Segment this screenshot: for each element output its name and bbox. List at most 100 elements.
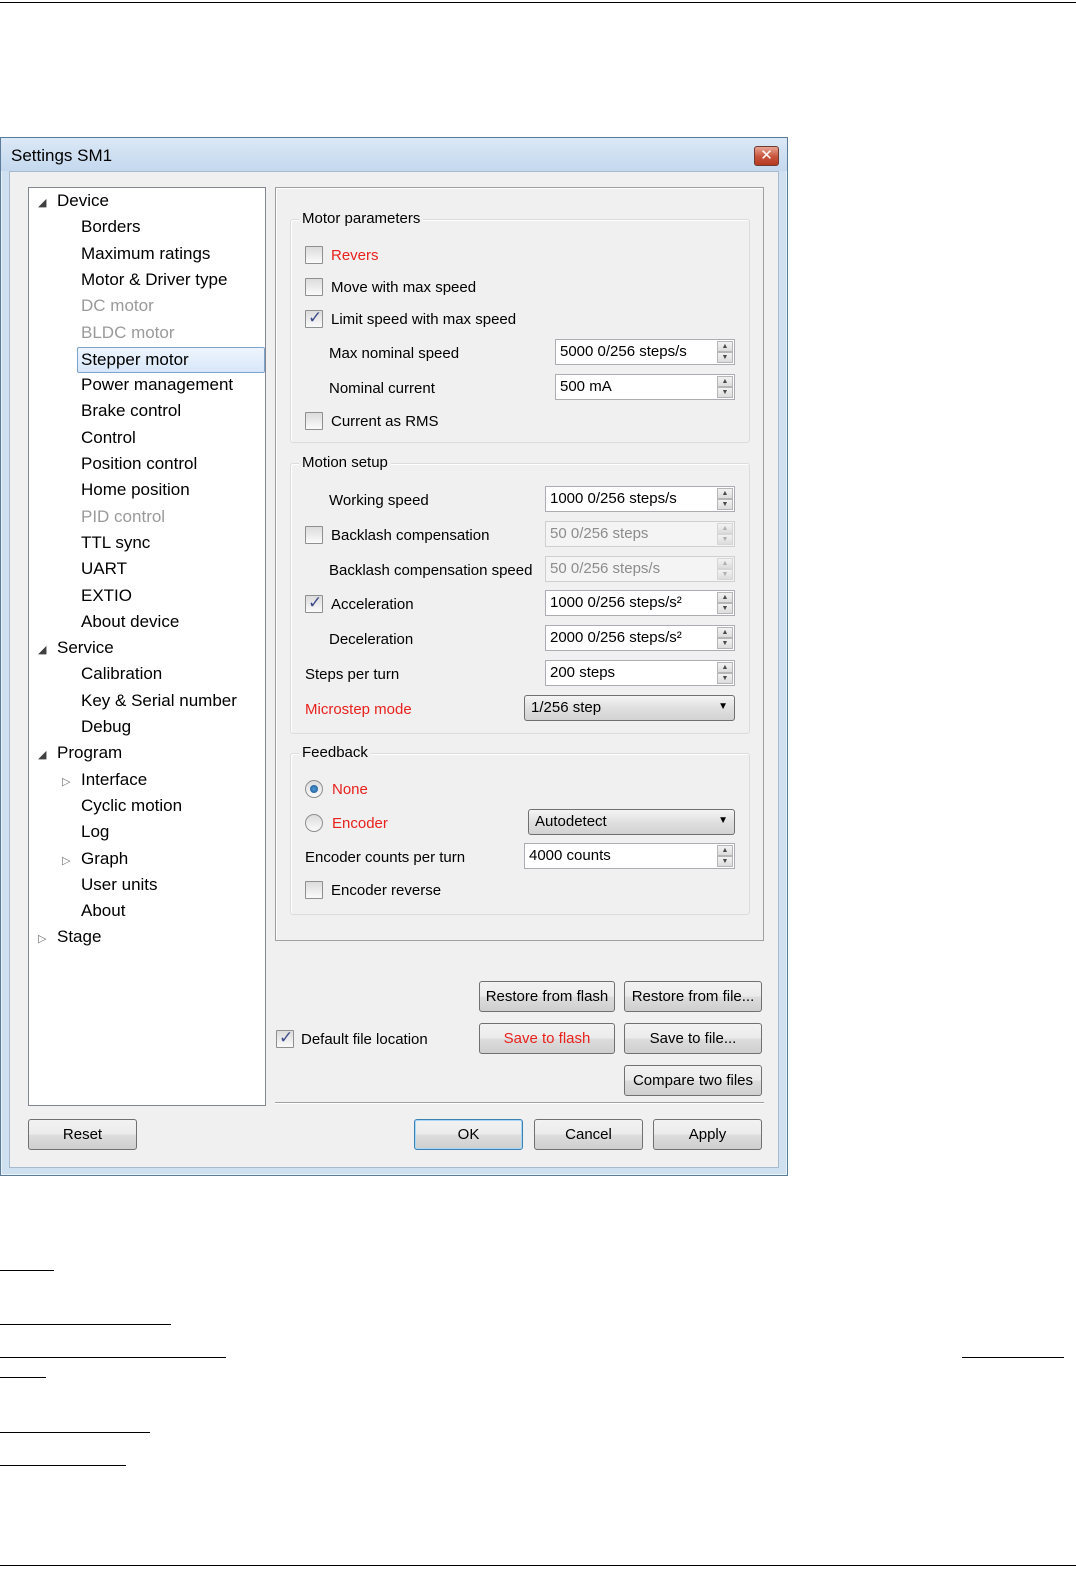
tree-item[interactable]: User units (81, 873, 158, 899)
doc-link[interactable] (0, 1432, 150, 1433)
tree-item[interactable]: DC motor (81, 294, 154, 320)
tree-item[interactable]: Device (57, 189, 109, 215)
tree-item[interactable]: Interface (81, 768, 147, 794)
cancel-button[interactable]: Cancel (534, 1119, 643, 1150)
spin-down-icon[interactable]: ▼ (717, 603, 733, 614)
save-to-flash-button[interactable]: Save to flash (479, 1023, 615, 1054)
doc-link[interactable] (0, 1357, 226, 1358)
max-nominal-speed-spinbox[interactable]: 5000 0/256 steps/s ▲ ▼ (555, 339, 735, 365)
spin-up-icon[interactable]: ▲ (717, 341, 733, 352)
tree-item[interactable]: TTL sync (81, 531, 150, 557)
limit-speed-checkbox[interactable]: ✓ (305, 308, 323, 328)
spin-up-icon[interactable]: ▲ (717, 523, 733, 534)
default-location-checkbox[interactable]: ✓ (276, 1028, 294, 1048)
spin-up-icon[interactable]: ▲ (717, 627, 733, 638)
encoder-reverse-checkbox[interactable] (305, 881, 323, 899)
spin-up-icon[interactable]: ▲ (717, 662, 733, 673)
doc-link[interactable] (0, 1270, 54, 1271)
tree-item[interactable]: Motor & Driver type (81, 268, 227, 294)
tree-expand-icon[interactable]: ▷ (62, 775, 70, 788)
spin-value: 2000 0/256 steps/s² (550, 629, 682, 646)
tree-item[interactable]: Log (81, 820, 109, 846)
title-bar[interactable]: Settings SM1 ✕ (1, 138, 787, 171)
acceleration-spinbox[interactable]: 1000 0/256 steps/s² ▲ ▼ (545, 590, 735, 616)
tree-item[interactable]: Program (57, 741, 122, 767)
tree-expand-icon[interactable]: ▷ (38, 932, 46, 945)
spin-buttons: ▲ ▼ (717, 376, 733, 398)
backlash-checkbox[interactable] (305, 526, 323, 544)
spin-up-icon[interactable]: ▲ (717, 592, 733, 603)
apply-button[interactable]: Apply (653, 1119, 762, 1150)
nominal-current-label: Nominal current (329, 380, 435, 397)
tree-item[interactable]: PID control (81, 505, 165, 531)
tree-item[interactable]: Calibration (81, 662, 162, 688)
compare-files-button[interactable]: Compare two files (624, 1065, 762, 1096)
tree-item[interactable]: Position control (81, 452, 197, 478)
tree-item[interactable]: EXTIO (81, 584, 132, 610)
spin-buttons: ▲ ▼ (717, 845, 733, 867)
tree-item[interactable]: Control (81, 426, 136, 452)
spin-down-icon[interactable]: ▼ (717, 499, 733, 510)
doc-link[interactable] (0, 1324, 171, 1325)
spin-up-icon[interactable]: ▲ (717, 845, 733, 856)
deceleration-spinbox[interactable]: 2000 0/256 steps/s² ▲ ▼ (545, 625, 735, 651)
tree-item[interactable]: Maximum ratings (81, 242, 210, 268)
spin-up-icon[interactable]: ▲ (717, 376, 733, 387)
doc-link[interactable] (0, 1377, 46, 1378)
tree-item[interactable]: Home position (81, 478, 190, 504)
check-icon: ✓ (308, 308, 323, 327)
feedback-encoder-radio[interactable] (305, 814, 323, 832)
feedback-none-radio[interactable] (305, 780, 323, 798)
spin-down-icon[interactable]: ▼ (717, 856, 733, 867)
doc-link[interactable] (0, 1465, 126, 1466)
encoder-type-select[interactable]: Autodetect ▼ (528, 809, 735, 835)
tree-item[interactable]: Key & Serial number (81, 689, 237, 715)
spin-value: 1000 0/256 steps/s (550, 490, 677, 507)
spin-down-icon[interactable]: ▼ (717, 534, 733, 545)
revers-checkbox[interactable] (305, 246, 323, 264)
tree-item[interactable]: About device (81, 610, 179, 636)
tree-expand-icon[interactable]: ▷ (62, 854, 70, 867)
ok-button[interactable]: OK (414, 1119, 523, 1150)
move-max-speed-checkbox[interactable] (305, 278, 323, 296)
working-speed-spinbox[interactable]: 1000 0/256 steps/s ▲ ▼ (545, 486, 735, 512)
backlash-spinbox[interactable]: 50 0/256 steps ▲ ▼ (545, 521, 735, 547)
tree-item[interactable]: Stage (57, 925, 101, 951)
tree-item[interactable]: Brake control (81, 399, 181, 425)
spin-down-icon[interactable]: ▼ (717, 638, 733, 649)
restore-from-flash-button[interactable]: Restore from flash (479, 981, 615, 1012)
tree-item[interactable]: BLDC motor (81, 321, 175, 347)
spin-down-icon[interactable]: ▼ (717, 673, 733, 684)
steps-per-turn-spinbox[interactable]: 200 steps ▲ ▼ (545, 660, 735, 686)
nominal-current-spinbox[interactable]: 500 mA ▲ ▼ (555, 374, 735, 400)
spin-down-icon[interactable]: ▼ (717, 569, 733, 580)
spin-up-icon[interactable]: ▲ (717, 488, 733, 499)
spin-up-icon[interactable]: ▲ (717, 558, 733, 569)
tree-collapse-icon[interactable]: ◢ (38, 643, 46, 656)
tree-item[interactable]: Stepper motor (77, 346, 265, 373)
tree-item[interactable]: UART (81, 557, 127, 583)
tree-item[interactable]: Debug (81, 715, 131, 741)
spin-down-icon[interactable]: ▼ (717, 352, 733, 363)
tree-collapse-icon[interactable]: ◢ (38, 748, 46, 761)
tree-item[interactable]: Cyclic motion (81, 794, 182, 820)
tree-item[interactable]: Borders (81, 215, 141, 241)
settings-tree[interactable]: ◢ Device Borders Maximum ratings Motor & Dri… (28, 187, 266, 1106)
tree-item[interactable]: Service (57, 636, 114, 662)
tree-collapse-icon[interactable]: ◢ (38, 196, 46, 209)
microstep-mode-select[interactable]: 1/256 step ▼ (524, 695, 735, 721)
encoder-counts-spinbox[interactable]: 4000 counts ▲ ▼ (524, 843, 735, 869)
doc-link[interactable] (962, 1357, 1064, 1358)
spin-value: 5000 0/256 steps/s (560, 343, 687, 360)
close-button[interactable]: ✕ (754, 146, 779, 166)
save-to-file-button[interactable]: Save to file... (624, 1023, 762, 1054)
restore-from-file-button[interactable]: Restore from file... (624, 981, 762, 1012)
spin-down-icon[interactable]: ▼ (717, 387, 733, 398)
reset-button[interactable]: Reset (28, 1119, 137, 1150)
backlash-speed-spinbox[interactable]: 50 0/256 steps/s ▲ ▼ (545, 556, 735, 582)
current-rms-checkbox[interactable] (305, 412, 323, 430)
tree-item[interactable]: About (81, 899, 125, 925)
acceleration-checkbox[interactable]: ✓ (305, 593, 323, 613)
tree-item[interactable]: Power management (81, 373, 233, 399)
tree-item[interactable]: Graph (81, 847, 128, 873)
